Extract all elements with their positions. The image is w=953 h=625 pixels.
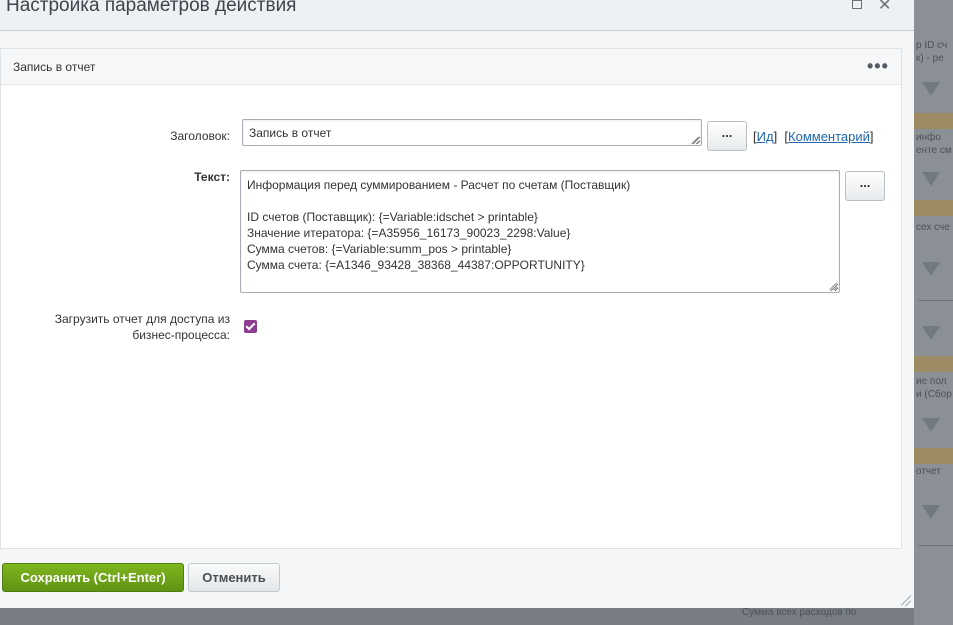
- comment-link[interactable]: Комментарий: [788, 129, 870, 144]
- background-arrow: [922, 172, 940, 186]
- more-icon[interactable]: •••: [867, 56, 889, 77]
- background-strip: [914, 356, 953, 372]
- background-fragment: р ID сч: [916, 40, 948, 51]
- background-line: [918, 545, 953, 546]
- upload-label-line1: Загрузить отчет для доступа из: [54, 312, 230, 326]
- text-label: Текст:: [194, 170, 230, 184]
- resize-grip-icon[interactable]: [828, 281, 837, 290]
- background-strip: [914, 113, 953, 129]
- background-fragment: к) - ре: [916, 53, 944, 64]
- background-fragment: инфо: [916, 132, 941, 143]
- maximize-icon[interactable]: [852, 0, 862, 9]
- id-link[interactable]: Ид: [757, 129, 774, 144]
- resize-grip-icon[interactable]: [690, 135, 699, 144]
- heading-variables-button[interactable]: ...: [707, 121, 747, 151]
- upload-report-checkbox[interactable]: [244, 320, 257, 333]
- background-fragment: Сумма всех расходов по: [742, 607, 857, 618]
- heading-links: [Ид] [Комментарий]: [753, 129, 874, 144]
- upload-label-line2: бизнес-процесса:: [132, 328, 230, 342]
- background-fragment: енте см: [916, 145, 952, 156]
- background-line: [918, 300, 953, 301]
- cancel-button[interactable]: Отменить: [188, 563, 280, 592]
- background-workflow: р ID сч к) - ре инфо енте см сех сче ие …: [914, 0, 953, 625]
- dialog-titlebar[interactable]: Настройка параметров действия ✕: [0, 0, 914, 31]
- background-fragment: отчет: [916, 466, 941, 477]
- panel-title: Запись в отчет: [13, 60, 96, 74]
- background-arrow: [922, 326, 940, 340]
- background-arrow: [922, 82, 940, 96]
- background-fragment: ие пол: [916, 376, 947, 387]
- text-variables-button[interactable]: ...: [845, 171, 885, 201]
- action-settings-dialog: Настройка параметров действия ✕ Запись в…: [0, 0, 914, 608]
- dialog-title: Настройка параметров действия: [6, 0, 297, 16]
- save-button[interactable]: Сохранить (Ctrl+Enter): [2, 563, 184, 592]
- heading-input[interactable]: Запись в отчет: [242, 119, 702, 146]
- upload-report-label: Загрузить отчет для доступа из бизнес-пр…: [10, 311, 230, 343]
- panel-header: Запись в отчет •••: [1, 49, 901, 85]
- background-strip: [914, 448, 953, 464]
- background-arrow: [922, 262, 940, 276]
- background-arrow: [922, 505, 940, 519]
- heading-label: Заголовок:: [170, 129, 230, 143]
- close-icon[interactable]: ✕: [878, 0, 891, 14]
- dialog-resize-handle[interactable]: [897, 592, 912, 607]
- background-fragment: и (Сбор: [916, 389, 952, 400]
- background-strip: [914, 200, 953, 216]
- background-arrow: [922, 418, 940, 432]
- background-fragment: сех сче: [916, 222, 950, 233]
- text-textarea[interactable]: Информация перед суммированием - Расчет …: [240, 170, 840, 293]
